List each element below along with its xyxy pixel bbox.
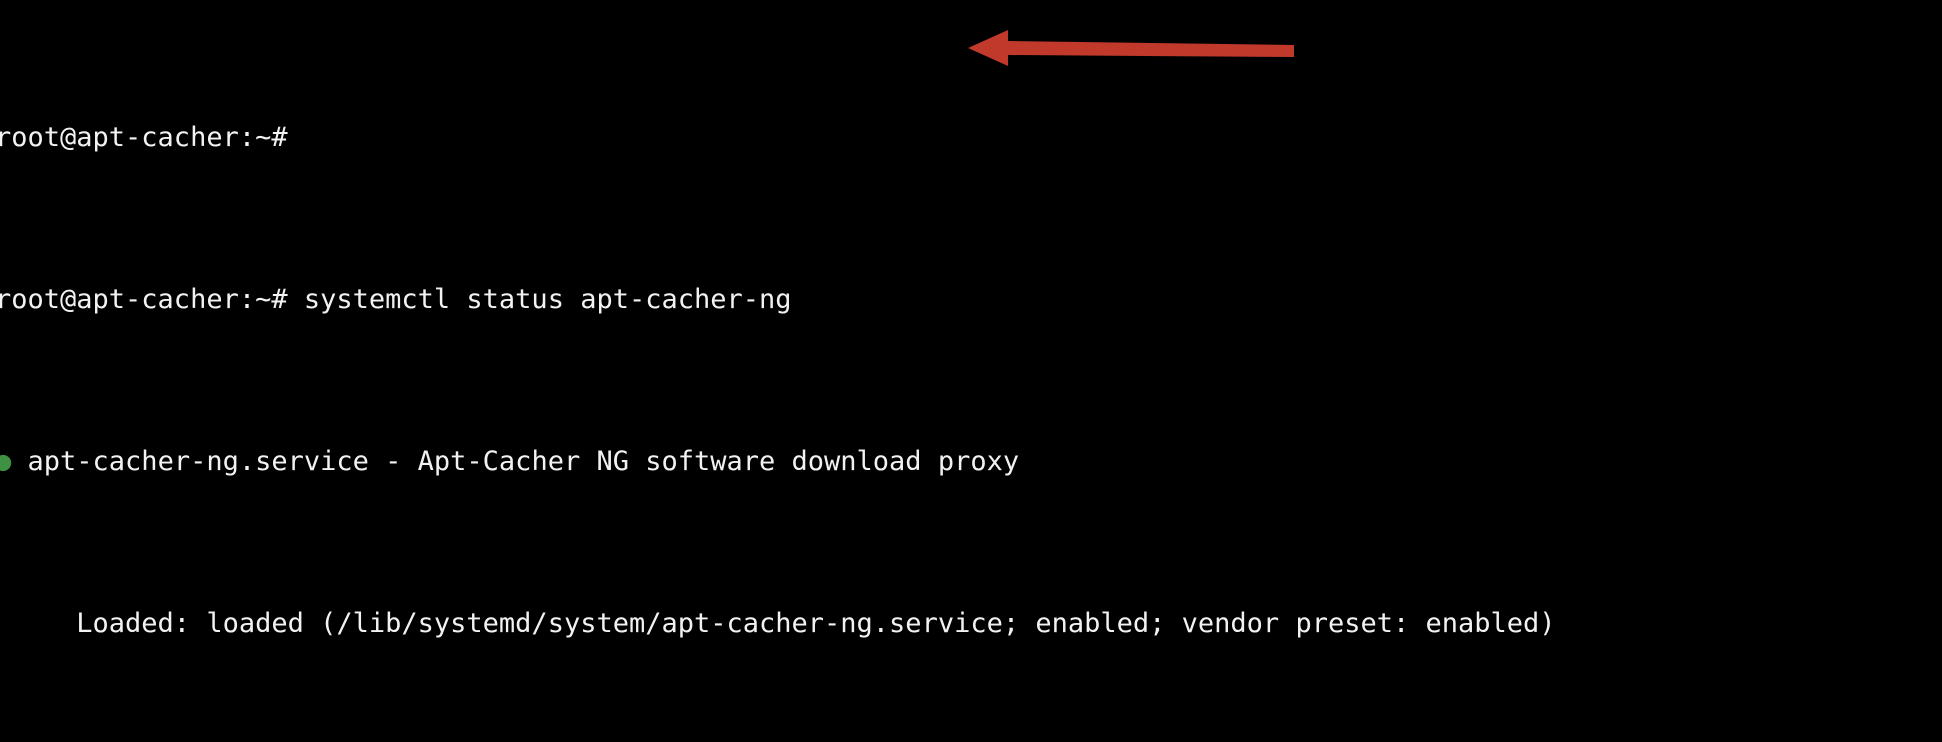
loaded-value: loaded (/lib/systemd/system/apt-cacher-n… <box>206 607 1556 639</box>
status-dot-icon: ● <box>0 445 12 477</box>
terminal-line-command: root@apt-cacher:~# systemctl status apt-… <box>0 280 1942 321</box>
shell-prompt: root@apt-cacher:~# <box>0 283 304 315</box>
loaded-label: Loaded: <box>0 607 207 639</box>
typed-command: systemctl status apt-cacher-ng <box>303 283 792 315</box>
terminal-line-unit-header: ● apt-cacher-ng.service - Apt-Cacher NG … <box>0 442 1942 483</box>
unit-description: apt-cacher-ng.service - Apt-Cacher NG so… <box>11 445 1020 477</box>
terminal-screen: root@apt-cacher:~# root@apt-cacher:~# sy… <box>0 0 1942 742</box>
terminal-line-prompt-empty: root@apt-cacher:~# <box>0 118 1942 159</box>
terminal-line-loaded: Loaded: loaded (/lib/systemd/system/apt-… <box>0 604 1942 645</box>
shell-prompt: root@apt-cacher:~# <box>0 121 304 153</box>
terminal-window[interactable]: root@apt-cacher:~# root@apt-cacher:~# sy… <box>0 0 1942 742</box>
